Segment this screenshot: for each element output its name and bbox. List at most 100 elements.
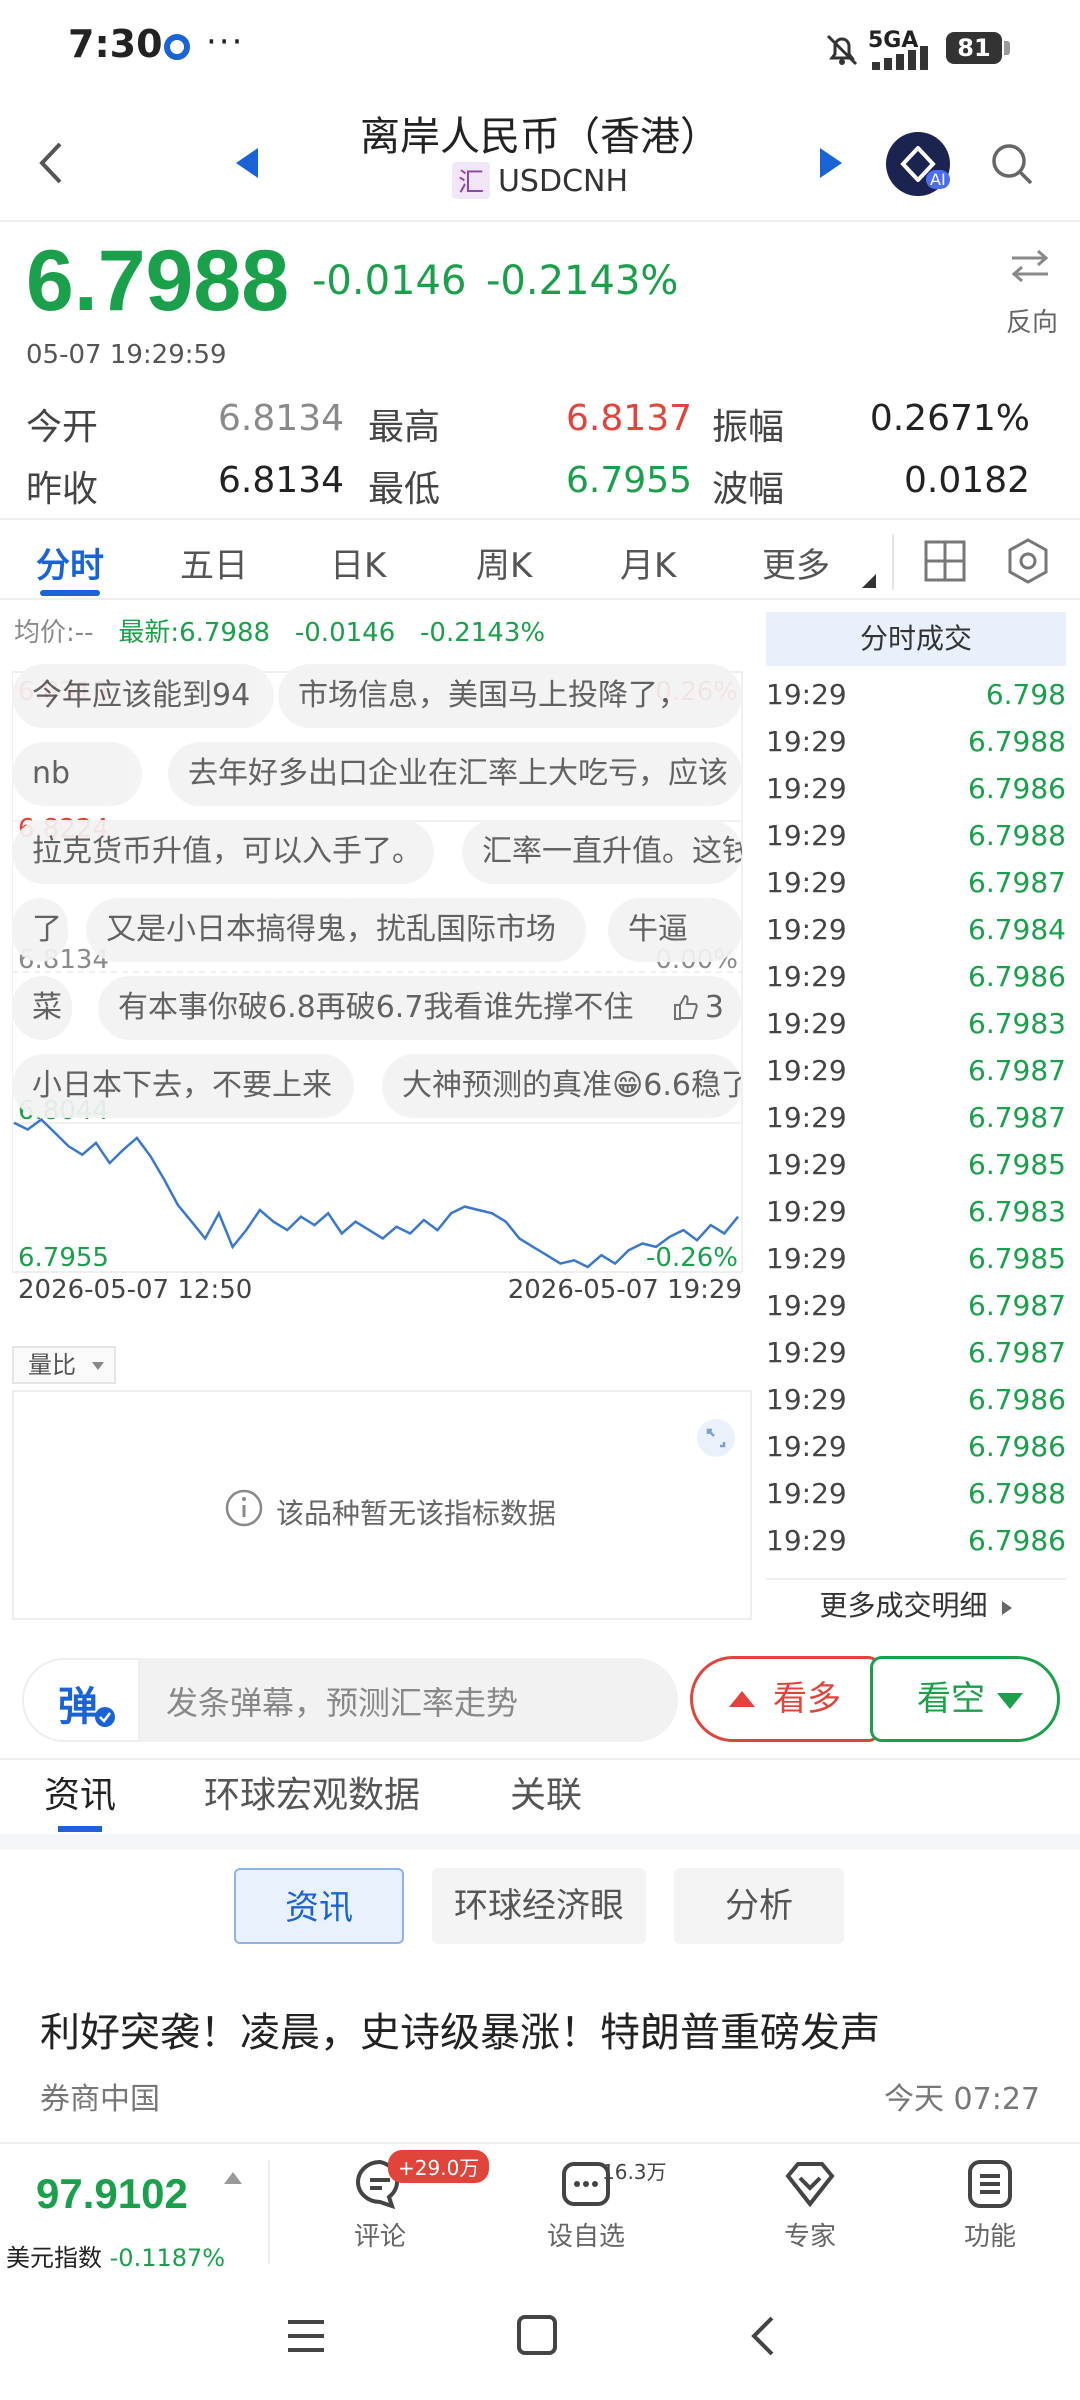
trade-price: 6.7986 <box>968 960 1066 993</box>
danmu-bubble[interactable]: 去年好多出口企业在汇率上大吃亏，应该 <box>168 742 742 806</box>
danmu-text: 大神预测的真准😁6.6稳了 <box>402 1068 742 1103</box>
status-bar: 7:30 ··· 5GA 81 <box>0 0 1080 100</box>
indicator-selector[interactable]: 量比 <box>12 1346 116 1384</box>
back-icon[interactable] <box>36 140 66 186</box>
trade-time: 19:29 <box>766 1383 847 1416</box>
news-source: 券商中国 <box>40 2082 160 2117</box>
danmu-bubble[interactable]: 汇率一直升值。这钱 <box>462 820 742 884</box>
expert-tab-label: 专家 <box>783 2222 836 2252</box>
chart-tab[interactable]: 更多 <box>762 538 830 587</box>
settings-hex-icon[interactable] <box>1006 538 1050 584</box>
danmu-bubble[interactable]: 今年应该能到94 <box>12 664 274 728</box>
trade-row: 19:29 6.798 <box>766 678 1066 724</box>
bullish-button[interactable]: 看多 <box>690 1656 880 1742</box>
dollar-index-info: 美元指数 -0.1187% <box>6 2238 225 2273</box>
bearish-button[interactable]: 看空 <box>870 1656 1060 1742</box>
danmu-bubble[interactable]: 大神预测的真准😁6.6稳了 <box>382 1054 742 1118</box>
active-tab-indicator <box>40 590 100 596</box>
chart-tab[interactable]: 周K <box>476 538 532 587</box>
danmu-input[interactable]: 弹 发条弹幕，预测汇率走势 <box>22 1658 678 1742</box>
dollar-index-value[interactable]: 97.9102 <box>36 2170 188 2218</box>
danmu-bubble[interactable]: 牛逼 <box>608 898 742 962</box>
chart-tab[interactable]: 日K <box>330 538 386 587</box>
dollar-index-label: 美元指数 <box>6 2244 102 2272</box>
chevron-right-icon <box>1002 1601 1013 1615</box>
recent-apps-icon[interactable] <box>284 2316 328 2356</box>
app-notification-icon <box>164 34 190 60</box>
danmu-bubble[interactable]: 小日本下去，不要上来 <box>12 1054 354 1118</box>
like-count[interactable]: 3 <box>671 976 724 1040</box>
back-nav-icon[interactable] <box>748 2314 778 2358</box>
expert-tab[interactable]: 专家 <box>750 2148 870 2253</box>
next-symbol-icon[interactable] <box>818 148 842 178</box>
ai-assistant-button[interactable]: AI <box>886 132 950 196</box>
news-tab[interactable]: 关联 <box>510 1766 582 1818</box>
trade-price: 6.7986 <box>968 772 1066 805</box>
trade-row: 19:29 6.7986 <box>766 960 1066 1006</box>
trade-row: 19:29 6.7983 <box>766 1195 1066 1241</box>
chart-tab[interactable]: 月K <box>620 538 676 587</box>
search-icon[interactable] <box>990 142 1034 186</box>
stat-value: 6.8134 <box>218 398 344 439</box>
news-tab[interactable]: 资讯 <box>44 1766 116 1818</box>
trade-price: 6.7986 <box>968 1524 1066 1557</box>
trade-time: 19:29 <box>766 678 847 711</box>
danmu-logo-text: 弹 <box>58 1684 98 1730</box>
trade-time: 19:29 <box>766 1430 847 1463</box>
arrow-down-icon <box>997 1693 1023 1709</box>
news-tab[interactable]: 环球宏观数据 <box>204 1766 420 1818</box>
news-chip[interactable]: 环球经济眼 <box>432 1868 646 1944</box>
danmu-bubble[interactable]: 菜 <box>12 976 72 1040</box>
functions-tab[interactable]: 功能 <box>930 2148 1050 2253</box>
x-label-end: 2026-05-07 19:29 <box>508 1275 742 1300</box>
stat-value: 0.2671% <box>869 398 1030 439</box>
trade-row: 19:29 6.7983 <box>766 1007 1066 1053</box>
comment-tab-label: 评论 <box>353 2222 406 2252</box>
trade-price: 6.7986 <box>968 1430 1066 1463</box>
chart-tab[interactable]: 分时 <box>36 538 104 587</box>
stat-label: 最低 <box>368 469 441 510</box>
functions-tab-label: 功能 <box>963 2222 1016 2252</box>
layout-grid-icon[interactable] <box>924 540 966 582</box>
home-icon[interactable] <box>516 2314 558 2356</box>
chart-tab[interactable]: 五日 <box>180 538 248 587</box>
index-toggle-icon[interactable] <box>224 2172 242 2184</box>
news-chip[interactable]: 分析 <box>674 1868 844 1944</box>
trade-price: 6.7984 <box>968 913 1066 946</box>
trade-time: 19:29 <box>766 866 847 899</box>
danmu-bubble[interactable]: nb <box>12 742 142 806</box>
indicator-panel: 该品种暂无该指标数据 <box>12 1390 752 1620</box>
prev-symbol-icon[interactable] <box>236 148 260 178</box>
latest-change-label: -0.0146 <box>294 618 396 648</box>
dollar-index-change: -0.1187% <box>109 2244 226 2272</box>
trade-row: 19:29 6.7986 <box>766 772 1066 818</box>
dropdown-corner-icon <box>862 574 876 588</box>
expand-icon[interactable] <box>696 1418 736 1458</box>
trade-price: 6.7987 <box>968 1054 1066 1087</box>
app-screen: 7:30 ··· 5GA 81 离岸人民币（香港） 汇 USDCNH AI 6.… <box>0 0 1080 2400</box>
news-headline[interactable]: 利好突袭！凌晨，史诗级暴涨！特朗普重磅发声 <box>40 2000 880 2058</box>
price-line <box>13 1117 739 1269</box>
bullish-label: 看多 <box>773 1679 841 1719</box>
stat-label: 今开 <box>26 407 99 448</box>
danmu-bubble[interactable]: 又是小日本搞得鬼，扰乱国际市场 <box>86 898 586 962</box>
trades-panel[interactable]: 分时成交 19:29 6.798 19:29 6.7988 19:29 6.7986 19:… <box>766 612 1066 1622</box>
danmu-text: 有本事你破6.8再破6.7我看谁先撑不住 <box>118 990 634 1025</box>
danmu-bubble[interactable]: 了 <box>12 898 68 962</box>
trade-time: 19:29 <box>766 1289 847 1322</box>
danmu-bubble[interactable]: 拉克货币升值，可以入手了。 <box>12 820 434 884</box>
more-trades-button[interactable]: 更多成交明细 <box>766 1578 1066 1630</box>
chart-info-line: 均价:-- 最新:6.7988 -0.0146 -0.2143% <box>14 612 545 649</box>
danmu-bubble[interactable]: 有本事你破6.8再破6.7我看谁先撑不住 3 <box>98 976 742 1040</box>
indicator-tab-label: 量比 <box>28 1351 76 1379</box>
danmu-bubble[interactable]: 市场信息，美国马上投降了， <box>278 664 742 728</box>
news-chip[interactable]: 资讯 <box>234 1868 404 1944</box>
trade-row: 19:29 6.7987 <box>766 1054 1066 1100</box>
comment-count-badge: +29.0万 <box>388 2150 490 2183</box>
trade-row: 19:29 6.7987 <box>766 1101 1066 1147</box>
trade-time: 19:29 <box>766 819 847 852</box>
price-change-pct: -0.2143% <box>486 258 679 304</box>
more-notifications: ··· <box>206 22 245 62</box>
trade-row: 19:29 6.7986 <box>766 1383 1066 1429</box>
trade-row: 19:29 6.7986 <box>766 1524 1066 1570</box>
